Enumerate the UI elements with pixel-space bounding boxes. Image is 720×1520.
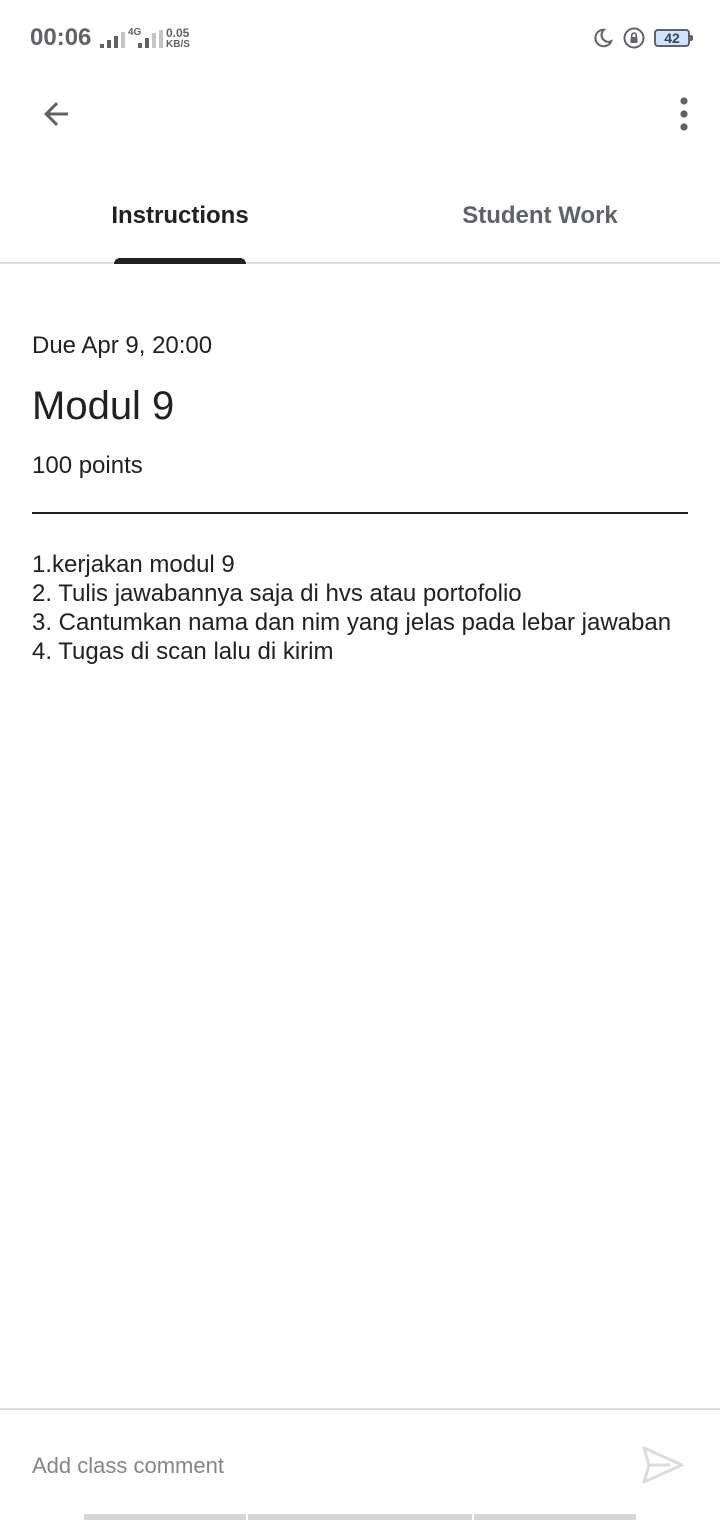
due-date: Due Apr 9, 20:00 — [32, 332, 213, 359]
more-options-button[interactable] — [668, 88, 700, 140]
network-speed-unit: KB/S — [166, 39, 190, 50]
assignment-points: 100 points — [32, 452, 143, 479]
assignment-details: Due Apr 9, 20:00 Modul 9 100 points 1.ke… — [32, 330, 688, 666]
signal-icon — [100, 28, 125, 48]
send-comment-button[interactable] — [640, 1444, 686, 1486]
app-toolbar — [0, 78, 720, 148]
more-vert-icon — [680, 97, 688, 131]
nav-hint-right — [474, 1514, 636, 1520]
nav-hint-left — [84, 1514, 246, 1520]
status-icons: 42 — [592, 26, 693, 50]
active-tab-indicator — [114, 258, 246, 264]
arrow-back-icon — [44, 102, 68, 126]
battery-indicator: 42 — [654, 29, 693, 47]
divider — [32, 512, 688, 514]
send-icon — [642, 1446, 684, 1484]
moon-icon — [594, 28, 614, 48]
tab-bar: Instructions Student Work — [0, 180, 720, 264]
class-comment-bar — [0, 1408, 720, 1520]
back-button[interactable] — [30, 90, 82, 138]
nav-hint-center — [248, 1514, 472, 1520]
network-speed-value: 0.05 — [166, 26, 190, 40]
assignment-title: Modul 9 — [32, 384, 175, 428]
rotation-lock-icon — [623, 27, 645, 49]
network-speed: 0.05 KB/S — [166, 27, 190, 50]
tab-instructions[interactable]: Instructions — [0, 180, 360, 262]
status-bar: 00:06 4G 0.05 KB/S 42 — [0, 0, 720, 78]
tab-student-work[interactable]: Student Work — [360, 180, 720, 262]
status-time: 00:06 — [30, 24, 92, 51]
assignment-instructions: 1.kerjakan modul 9 2. Tulis jawabannya s… — [32, 551, 672, 665]
signal-4g-icon — [138, 28, 163, 48]
class-comment-input[interactable] — [32, 1446, 592, 1486]
